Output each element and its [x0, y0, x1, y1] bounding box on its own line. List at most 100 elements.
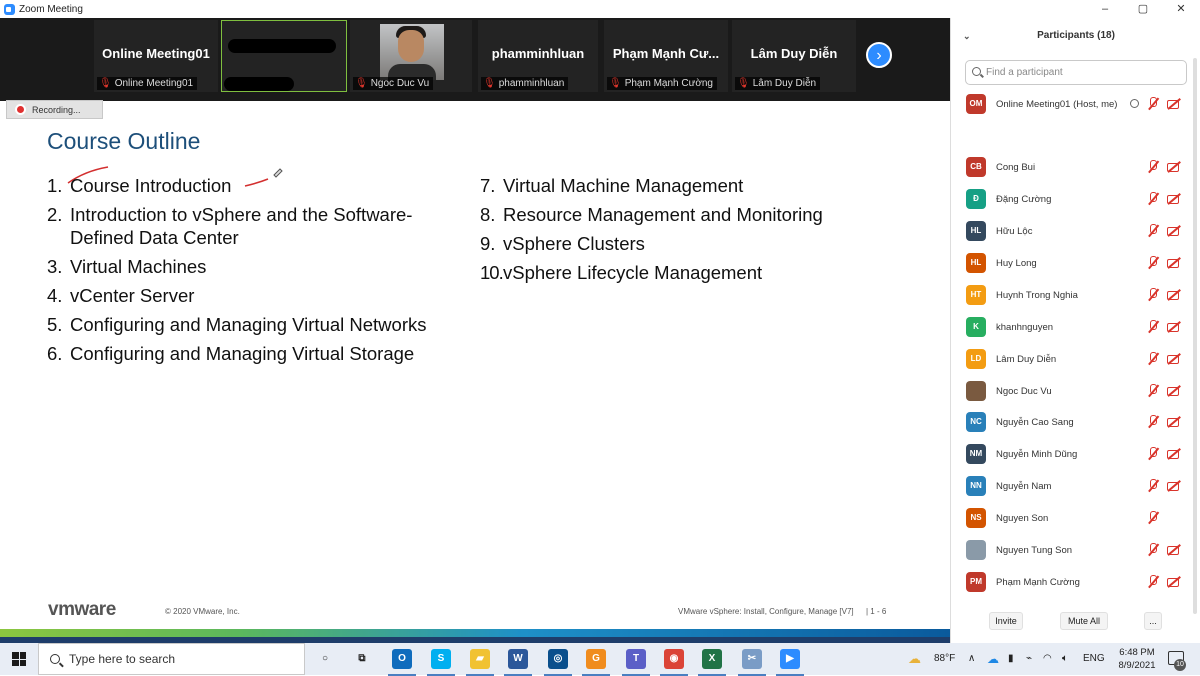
mic-muted-icon[interactable] [1147, 479, 1159, 492]
participant-row[interactable]: Nguyen Tung Son [951, 537, 1191, 563]
language-indicator[interactable]: ENG [1083, 643, 1105, 675]
zoom-icon[interactable]: ▶ [776, 649, 804, 676]
video-tile[interactable]: Lâm Duy Diễn 🎙︎ Lâm Duy Diễn [732, 20, 856, 92]
task-view-icon[interactable]: ⧉ [352, 649, 372, 669]
participant-row[interactable]: Ngoc Duc Vu [951, 378, 1191, 404]
participant-row[interactable]: HL Hữu Lộc [951, 218, 1191, 244]
chrome-icon[interactable]: ◉ [660, 649, 688, 676]
participant-row[interactable]: Đ Đặng Cường [951, 186, 1191, 212]
cortana-icon[interactable]: ○ [315, 649, 335, 669]
mute-all-button[interactable]: Mute All [1060, 612, 1108, 630]
mic-muted-icon[interactable] [1147, 511, 1159, 524]
outlook-icon[interactable]: O [388, 649, 416, 676]
taskbar-search-placeholder: Type here to search [69, 652, 176, 666]
participant-row[interactable]: CB Cong Bui [951, 154, 1191, 180]
video-off-icon[interactable] [1167, 352, 1181, 365]
video-off-icon[interactable] [1167, 479, 1181, 492]
video-off-icon[interactable] [1167, 97, 1181, 110]
mic-muted-icon[interactable] [1147, 415, 1159, 428]
video-off-icon[interactable] [1167, 320, 1181, 333]
video-tile[interactable]: 🎙︎ Ngoc Duc Vu [350, 20, 472, 92]
mic-muted-icon[interactable] [1147, 352, 1159, 365]
participant-row[interactable]: NC Nguyễn Cao Sang [951, 409, 1191, 435]
mic-muted-icon[interactable] [1147, 288, 1159, 301]
show-hidden-icons-chevron-icon[interactable]: ∧ [968, 643, 975, 675]
participant-row[interactable]: PM Phạm Mạnh Cường [951, 569, 1191, 595]
participant-row[interactable]: NS Nguyen Son [951, 505, 1191, 531]
snipping-icon[interactable]: ✂ [738, 649, 766, 676]
find-participant-input[interactable]: Find a participant [965, 60, 1187, 85]
participant-row[interactable]: NM Nguyễn Minh Dũng [951, 441, 1191, 467]
invite-button[interactable]: Invite [989, 612, 1023, 630]
battery-icon[interactable]: ▮ [1008, 643, 1014, 675]
mic-muted-icon[interactable] [1147, 160, 1159, 173]
usb-icon[interactable]: ⌁ [1026, 643, 1032, 675]
participant-row[interactable]: NN Nguyễn Nam [951, 473, 1191, 499]
participant-row[interactable]: HL Huy Long [951, 250, 1191, 276]
participant-status-icons [1147, 447, 1181, 460]
recording-indicator[interactable]: Recording... [6, 100, 103, 119]
video-off-icon[interactable] [1167, 192, 1181, 205]
weather-icon: ☁ [908, 651, 921, 666]
weather-temp[interactable]: 88°F [934, 643, 955, 675]
tile-label: 🎙︎ Ngoc Duc Vu [353, 77, 434, 90]
video-off-icon[interactable] [1167, 447, 1181, 460]
video-off-icon[interactable] [1167, 224, 1181, 237]
mic-muted-icon[interactable] [1147, 224, 1159, 237]
zoom-logo-icon [4, 3, 15, 15]
participant-status-icons [1147, 320, 1181, 333]
participants-footer: Invite Mute All ... [951, 612, 1200, 638]
more-options-button[interactable]: ... [1144, 612, 1162, 630]
outline-item: 9. vSphere Clusters [480, 233, 645, 254]
mic-muted-icon[interactable] [1147, 384, 1159, 397]
excel-icon[interactable]: X [698, 649, 726, 676]
app-blue-icon[interactable]: ◎ [544, 649, 572, 676]
taskbar-clock[interactable]: 6:48 PM 8/9/2021 [1107, 646, 1167, 672]
video-tile[interactable]: Phạm Mạnh Cư... 🎙︎ Phạm Mạnh Cường [604, 20, 728, 92]
maximize-button[interactable]: ▢ [1124, 0, 1162, 18]
volume-icon[interactable]: 🔈︎ [1062, 643, 1068, 675]
word-icon[interactable]: W [504, 649, 532, 676]
mic-muted-icon[interactable] [1147, 320, 1159, 333]
skype-icon[interactable]: S [427, 649, 455, 676]
next-page-arrow-icon[interactable]: › [866, 42, 892, 68]
participant-row[interactable]: HT Huynh Trong Nghia [951, 282, 1191, 308]
mic-muted-icon[interactable] [1147, 192, 1159, 205]
mic-muted-icon[interactable] [1147, 97, 1159, 110]
video-off-icon[interactable] [1167, 575, 1181, 588]
video-tile-active-speaker[interactable] [221, 20, 347, 92]
teams-icon[interactable]: T [622, 649, 650, 676]
mic-muted-icon[interactable] [1147, 447, 1159, 460]
video-off-icon[interactable] [1167, 256, 1181, 269]
video-off-icon[interactable] [1167, 160, 1181, 173]
mic-muted-icon[interactable] [1147, 256, 1159, 269]
video-off-icon[interactable] [1167, 543, 1181, 556]
participant-status-icons [1147, 352, 1181, 365]
collapse-chevron-icon[interactable]: ⌄ [963, 18, 971, 54]
video-off-icon[interactable] [1167, 415, 1181, 428]
video-tile[interactable]: Online Meeting01 🎙︎ Online Meeting01 [94, 20, 218, 92]
mic-muted-icon[interactable] [1147, 543, 1159, 556]
outline-item: 1. Course Introduction [47, 175, 232, 196]
file-explorer-icon[interactable]: ▰ [466, 649, 494, 676]
taskbar-search-box[interactable]: Type here to search [38, 643, 305, 675]
avatar: NS [966, 508, 986, 528]
participant-row[interactable]: LD Lâm Duy Diễn [951, 346, 1191, 372]
app-orange-icon[interactable]: G [582, 649, 610, 676]
onedrive-icon[interactable]: ☁ [987, 643, 999, 675]
mic-muted-icon: 🎙︎ [355, 78, 368, 89]
wifi-icon[interactable]: ◠ [1043, 643, 1052, 675]
avatar: Đ [966, 189, 986, 209]
close-button[interactable]: ✕ [1162, 0, 1200, 18]
video-off-icon[interactable] [1167, 384, 1181, 397]
participant-row[interactable]: OM Online Meeting01 (Host, me) [951, 91, 1191, 117]
search-placeholder: Find a participant [986, 67, 1063, 78]
participants-header: ⌄ Participants (18) [951, 18, 1200, 54]
mic-muted-icon[interactable] [1147, 575, 1159, 588]
video-off-icon[interactable] [1167, 288, 1181, 301]
start-button[interactable] [0, 643, 38, 675]
minimize-button[interactable]: – [1086, 0, 1124, 18]
video-tile[interactable]: phamminhluan 🎙︎ phamminhluan [478, 20, 598, 92]
participant-row[interactable]: Kkhanhnguyen [951, 314, 1191, 340]
participants-scrollbar[interactable] [1193, 58, 1197, 614]
